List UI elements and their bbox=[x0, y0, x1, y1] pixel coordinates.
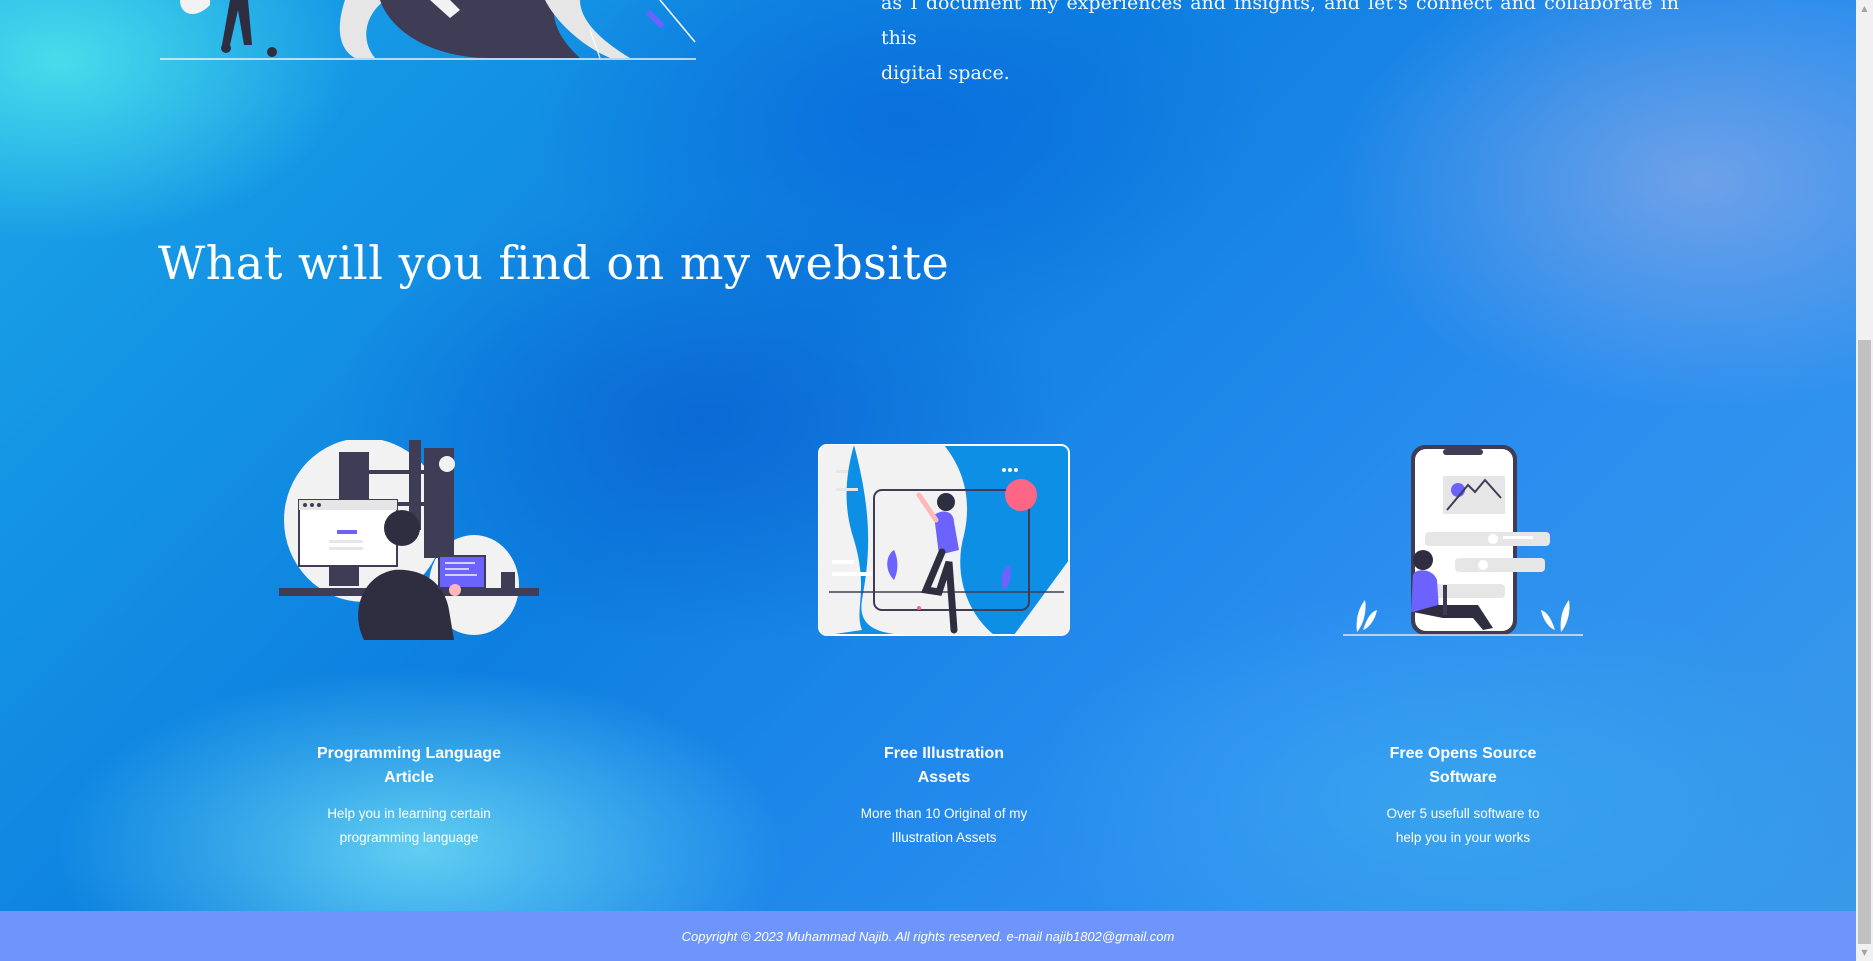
site-footer: Copyright © 2023 Muhammad Najib. All rig… bbox=[0, 911, 1856, 961]
intro-line-2: digital space. bbox=[881, 62, 1010, 84]
card-title: Free Opens Source Software bbox=[1389, 745, 1537, 786]
section-title: What will you find on my website bbox=[158, 236, 950, 290]
card-title: Free Illustration Assets bbox=[883, 745, 1005, 786]
top-hero-illustration bbox=[160, 0, 696, 60]
intro-line-1: as I document my experiences and insight… bbox=[881, 0, 1679, 49]
mobile-app-icon bbox=[1343, 445, 1583, 636]
card-title: Programming Language Article bbox=[316, 745, 502, 786]
copyright-text: Copyright © 2023 Muhammad Najib. All rig… bbox=[681, 928, 1175, 944]
illustration-canvas-icon bbox=[818, 444, 1070, 636]
vertical-scrollbar[interactable]: ▲ ▼ bbox=[1856, 0, 1873, 961]
card-description: More than 10 Original of my Illustration… bbox=[860, 806, 1028, 845]
card-description: Help you in learning certain programming… bbox=[327, 806, 491, 845]
programmer-desk-icon bbox=[279, 440, 539, 640]
intro-paragraph: as I document my experiences and insight… bbox=[881, 0, 1679, 91]
scrollbar-thumb[interactable] bbox=[1858, 340, 1871, 944]
scroll-down-arrow-icon[interactable]: ▼ bbox=[1856, 944, 1873, 961]
feature-card-illustration: Free Illustration Assets More than 10 Or… bbox=[794, 440, 1094, 845]
feature-card-programming: Programming Language Article Help you in… bbox=[259, 440, 559, 845]
scroll-up-arrow-icon[interactable]: ▲ bbox=[1856, 0, 1873, 17]
feature-card-software: Free Opens Source Software Over 5 useful… bbox=[1313, 440, 1613, 845]
card-description: Over 5 usefull software to help you in y… bbox=[1386, 806, 1540, 845]
